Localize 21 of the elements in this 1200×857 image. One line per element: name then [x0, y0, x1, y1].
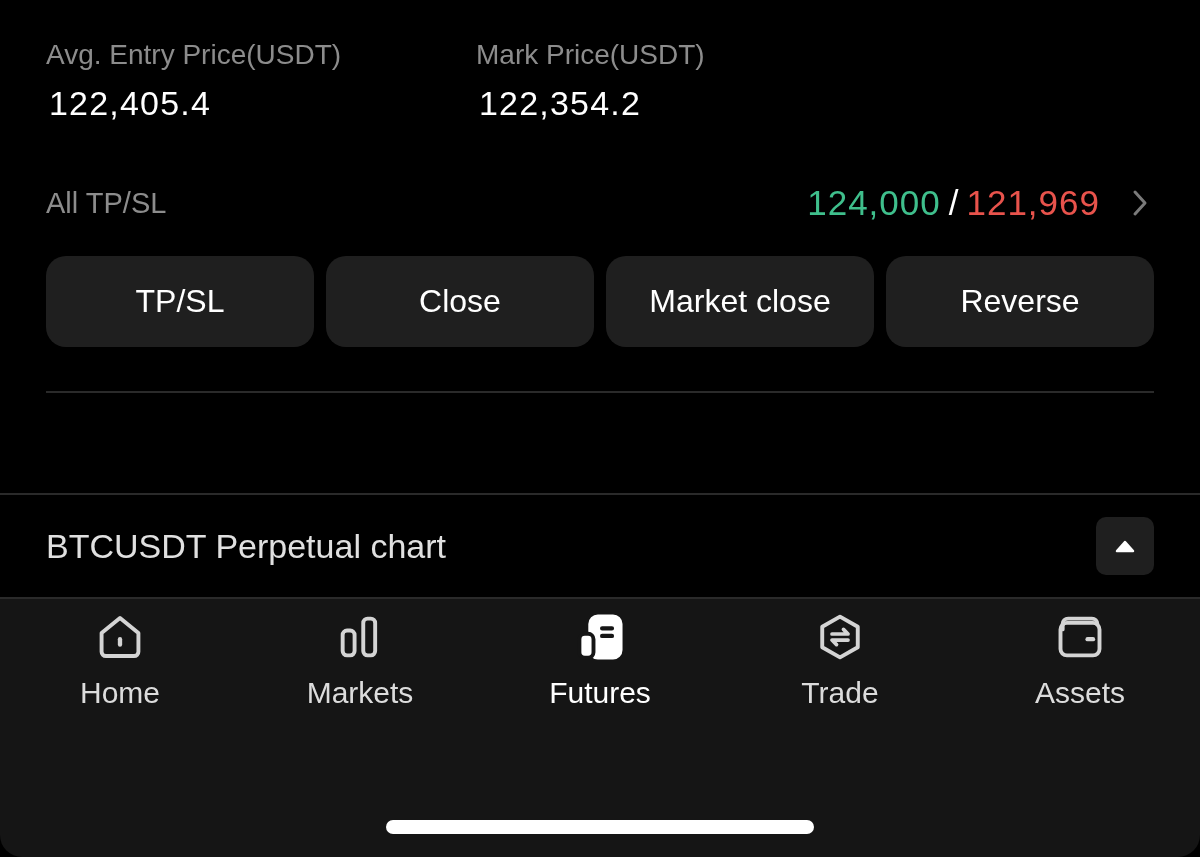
- collapse-toggle-button[interactable]: [1096, 517, 1154, 575]
- action-button[interactable]: TP/SL: [46, 256, 314, 347]
- stat-label: Mark Price(USDT): [476, 38, 706, 72]
- caret-up-icon: [1114, 539, 1136, 553]
- take-profit-price: 124,000: [807, 183, 941, 223]
- stat-value: 122,354.2: [478, 83, 643, 124]
- chevron-right-icon[interactable]: [1132, 189, 1148, 217]
- nav-tab[interactable]: Futures: [480, 611, 720, 711]
- stop-loss-price: 121,969: [966, 183, 1100, 223]
- nav-tab[interactable]: Trade: [720, 611, 960, 711]
- chart-section-title: BTCUSDT Perpetual chart: [46, 526, 446, 566]
- stat-value: 122,405.4: [48, 83, 213, 124]
- tpsl-label: All TP/SL: [46, 186, 167, 220]
- nav-tab[interactable]: Assets: [960, 611, 1200, 711]
- nav-tab[interactable]: Markets: [240, 611, 480, 711]
- nav-tab[interactable]: Home: [0, 611, 240, 711]
- price-separator: /: [948, 183, 959, 223]
- action-button[interactable]: Close: [326, 256, 594, 347]
- stat-label: Avg. Entry Price(USDT): [46, 38, 343, 72]
- action-button[interactable]: Market close: [606, 256, 874, 347]
- action-button[interactable]: Reverse: [886, 256, 1154, 347]
